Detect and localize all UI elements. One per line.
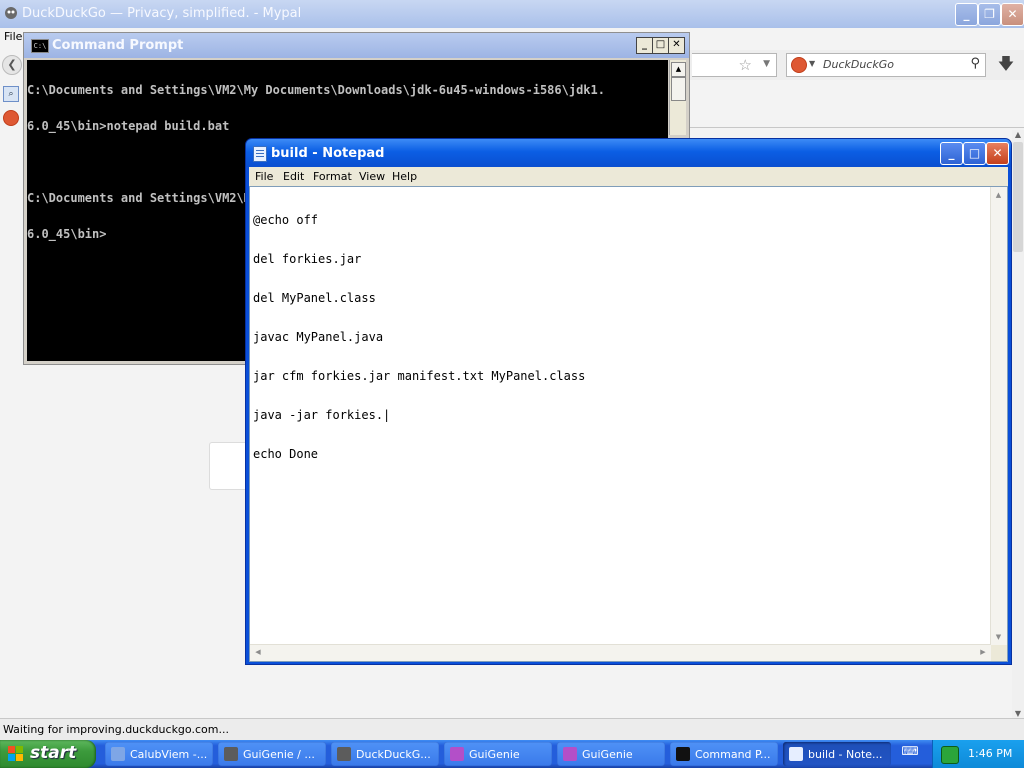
search-engine-placeholder[interactable]: DuckDuckGo xyxy=(823,58,894,71)
text-line: javac MyPanel.java xyxy=(253,330,384,344)
menu-format[interactable]: Format xyxy=(313,170,352,183)
cmd-minimize-button[interactable]: _ xyxy=(636,37,653,54)
notepad-text-area[interactable]: @echo off del forkies.jar del MyPanel.cl… xyxy=(249,186,1008,662)
notepad-text[interactable]: @echo off del forkies.jar del MyPanel.cl… xyxy=(253,188,585,487)
browser-title: DuckDuckGo — Privacy, simplified. - Mypa… xyxy=(22,6,302,21)
text-line: jar cfm forkies.jar manifest.txt MyPanel… xyxy=(253,369,586,383)
cmd-line: C:\Documents and Settings\VM2\My Documen… xyxy=(27,83,605,97)
taskbar-button[interactable]: Command P... xyxy=(670,742,778,766)
taskbar-button[interactable]: CalubViem -... xyxy=(105,742,213,766)
cmd-maximize-button[interactable]: □ xyxy=(652,37,669,54)
taskbar: start ⌨ 1:46 PM CalubViem -... GuiGenie /… xyxy=(0,740,1024,768)
taskbar-button-label: GuiGenie xyxy=(582,748,633,761)
notepad-menu-bar: File Edit Format View Help xyxy=(249,167,1008,186)
cmd-line: 6.0_45\bin>notepad build.bat xyxy=(27,119,230,133)
guigenie-icon xyxy=(450,747,464,761)
bookmark-star-icon[interactable]: ☆ xyxy=(739,56,752,74)
notepad-title: build - Notepad xyxy=(271,146,385,161)
taskbar-button-label: DuckDuckG... xyxy=(356,748,431,761)
download-arrow-icon[interactable]: 🡇 xyxy=(993,53,1019,75)
start-button[interactable]: start xyxy=(0,740,96,768)
scroll-up-icon[interactable]: ▲ xyxy=(992,188,1005,202)
duckduckgo-icon[interactable] xyxy=(791,57,807,73)
taskbar-button-label: Command P... xyxy=(695,748,771,761)
url-bar[interactable]: ☆ ▼ xyxy=(692,53,777,77)
sidebar-search-icon[interactable]: ⌕ xyxy=(3,86,19,102)
divider xyxy=(690,127,1024,128)
mypal-raccoon-icon xyxy=(4,6,18,20)
taskbar-button[interactable]: GuiGenie xyxy=(557,742,665,766)
taskbar-button[interactable]: build - Note... xyxy=(783,742,891,766)
back-arrow-icon[interactable]: ❮ xyxy=(2,55,22,75)
text-line: java -jar forkies.| xyxy=(253,408,391,422)
scroll-right-icon[interactable]: ▶ xyxy=(976,646,990,659)
menu-file[interactable]: File xyxy=(255,170,273,183)
text-line: del MyPanel.class xyxy=(253,291,376,305)
notepad-vertical-scrollbar[interactable]: ▲ ▼ xyxy=(990,187,1007,645)
start-label: start xyxy=(30,743,77,763)
browser-restore-button[interactable]: ❐ xyxy=(978,3,1001,26)
scrollbar-thumb[interactable] xyxy=(671,77,686,101)
browser-title-bar: DuckDuckGo — Privacy, simplified. - Mypa… xyxy=(0,0,1024,28)
status-text: Waiting for improving.duckduckgo.com... xyxy=(3,723,229,736)
search-icon[interactable]: ⚲ xyxy=(970,56,980,71)
search-box[interactable]: ▼ DuckDuckGo ⚲ xyxy=(786,53,986,77)
scroll-down-icon[interactable]: ▼ xyxy=(992,630,1005,644)
duckduckgo-bookmark-icon[interactable] xyxy=(3,110,19,126)
scrollbar-thumb[interactable] xyxy=(1013,142,1023,252)
taskbar-button-label: CalubViem -... xyxy=(130,748,208,761)
menu-view[interactable]: View xyxy=(359,170,385,183)
scroll-up-icon[interactable]: ▲ xyxy=(671,62,686,77)
notepad-close-button[interactable]: ✕ xyxy=(986,142,1009,165)
notepad-window[interactable]: build - Notepad _ □ ✕ File Edit Format V… xyxy=(245,138,1012,665)
browser-menu-file[interactable]: File xyxy=(4,30,22,43)
cmd-vertical-scrollbar[interactable]: ▲ xyxy=(669,60,686,135)
windows-logo-icon xyxy=(8,746,24,762)
notepad-horizontal-scrollbar[interactable]: ◀ ▶ xyxy=(250,644,991,661)
cmd-close-button[interactable]: ✕ xyxy=(668,37,685,54)
browser-minimize-button[interactable]: _ xyxy=(955,3,978,26)
network-icon[interactable] xyxy=(941,746,959,764)
taskbar-button-label: build - Note... xyxy=(808,748,883,761)
keyboard-icon[interactable]: ⌨ xyxy=(900,744,920,762)
notepad-title-bar[interactable]: build - Notepad _ □ ✕ xyxy=(246,139,1011,167)
scroll-down-icon[interactable]: ▼ xyxy=(1012,709,1024,718)
text-line: del forkies.jar xyxy=(253,252,362,266)
browser-vertical-scrollbar[interactable]: ▲ ▼ xyxy=(1012,130,1024,718)
taskbar-button-label: GuiGenie / ... xyxy=(243,748,315,761)
text-line: echo Done xyxy=(253,447,319,461)
system-tray: 1:46 PM xyxy=(932,740,1024,768)
scroll-left-icon[interactable]: ◀ xyxy=(251,646,265,659)
browser-status-bar: Waiting for improving.duckduckgo.com... xyxy=(0,718,1024,741)
notepad-icon xyxy=(253,146,267,162)
taskbar-button[interactable]: DuckDuckG... xyxy=(331,742,439,766)
cmd-title-bar[interactable]: C:\ Command Prompt _ □ ✕ xyxy=(24,33,689,58)
guigenie-icon xyxy=(563,747,577,761)
cmd-title: Command Prompt xyxy=(52,38,184,53)
notepad-minimize-button[interactable]: _ xyxy=(940,142,963,165)
cmd-icon xyxy=(676,747,690,761)
clock: 1:46 PM xyxy=(968,747,1013,760)
resize-grip[interactable] xyxy=(991,645,1007,661)
taskbar-button-label: GuiGenie xyxy=(469,748,520,761)
notepad-maximize-button[interactable]: □ xyxy=(963,142,986,165)
menu-help[interactable]: Help xyxy=(392,170,417,183)
menu-edit[interactable]: Edit xyxy=(283,170,304,183)
url-dropdown-icon[interactable]: ▼ xyxy=(763,59,770,69)
calub-icon xyxy=(111,747,125,761)
browser-close-button[interactable]: ✕ xyxy=(1001,3,1024,26)
cmd-icon: C:\ xyxy=(31,39,49,53)
notepad-icon xyxy=(789,747,803,761)
search-engine-dropdown-icon[interactable]: ▼ xyxy=(809,59,815,68)
scroll-up-icon[interactable]: ▲ xyxy=(1012,130,1024,139)
taskbar-button[interactable]: GuiGenie / ... xyxy=(218,742,326,766)
raccoon-icon xyxy=(337,747,351,761)
taskbar-button[interactable]: GuiGenie xyxy=(444,742,552,766)
text-line: @echo off xyxy=(253,213,319,227)
page-content-box xyxy=(209,442,248,490)
raccoon-icon xyxy=(224,747,238,761)
